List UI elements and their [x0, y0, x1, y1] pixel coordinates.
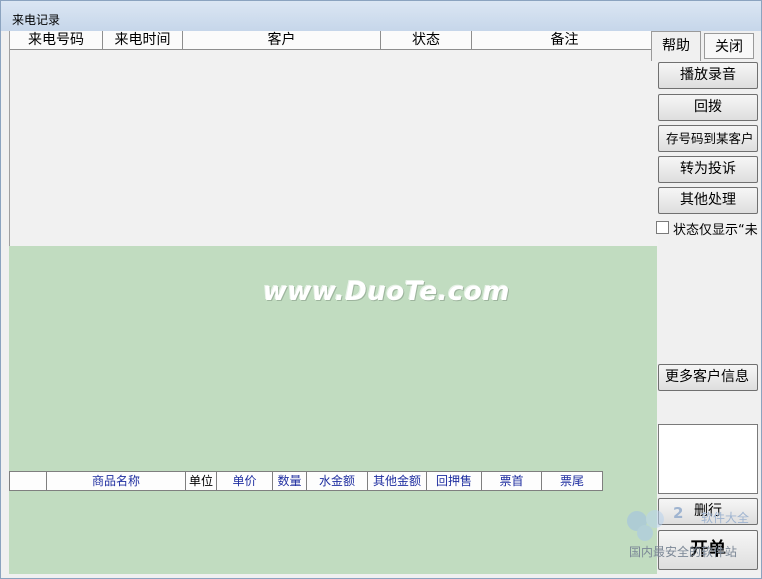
- column-header-other-amount[interactable]: 其他金额: [368, 471, 427, 491]
- column-header-water-amount[interactable]: 水金额: [307, 471, 368, 491]
- watermark: www.DuoTe.com: [263, 277, 510, 307]
- logo-text: 软件大全: [701, 511, 750, 525]
- logo-number: 2: [673, 504, 684, 522]
- column-header-status[interactable]: 状态: [381, 31, 472, 50]
- logo-subtitle: 国内最安全的软件站: [629, 545, 738, 559]
- items-table-header: 商品名称 单位 单价 数量 水金额 其他金额 回押售 票首 票尾: [9, 471, 603, 491]
- status-filter-label: 状态仅显示“未: [673, 223, 758, 237]
- tab-help[interactable]: 帮助: [651, 31, 701, 61]
- callback-button[interactable]: 回拨: [658, 94, 758, 121]
- save-number-to-customer-button[interactable]: 存号码到某客户: [658, 125, 758, 152]
- column-header-deposit-return[interactable]: 回押售: [427, 471, 482, 491]
- column-header-customer[interactable]: 客户: [183, 31, 381, 50]
- column-header-ticket-start[interactable]: 票首: [482, 471, 542, 491]
- window-title: 来电记录: [12, 13, 61, 27]
- call-table-header: 来电号码 来电时间 客户 状态 备注: [10, 31, 658, 50]
- column-header-remark[interactable]: 备注: [472, 31, 658, 50]
- tab-close[interactable]: 关闭: [704, 33, 754, 59]
- column-header-row-indicator[interactable]: [9, 471, 47, 491]
- play-recording-button[interactable]: 播放录音: [658, 62, 758, 89]
- order-items-area: www.DuoTe.com 商品名称 单位 单价 数量 水金额 其他金额 回押售…: [9, 246, 657, 574]
- title-bar: 来电记录: [1, 1, 761, 31]
- column-header-product-name[interactable]: 商品名称: [47, 471, 186, 491]
- column-header-ticket-end[interactable]: 票尾: [542, 471, 603, 491]
- call-records-table[interactable]: 来电号码 来电时间 客户 状态 备注: [9, 31, 658, 246]
- call-records-window: 来电记录 来电号码 来电时间 客户 状态 备注 www.DuoTe.com 商品…: [0, 0, 762, 579]
- more-customer-info-button[interactable]: 更多客户信息: [658, 364, 758, 391]
- column-header-unit-price[interactable]: 单价: [217, 471, 273, 491]
- convert-to-complaint-button[interactable]: 转为投诉: [658, 156, 758, 183]
- column-header-unit[interactable]: 单位: [186, 471, 217, 491]
- column-header-caller-number[interactable]: 来电号码: [10, 31, 103, 50]
- other-processing-button[interactable]: 其他处理: [658, 187, 758, 214]
- column-header-call-time[interactable]: 来电时间: [103, 31, 183, 50]
- status-filter-checkbox[interactable]: [656, 221, 669, 234]
- memo-textbox[interactable]: [658, 424, 758, 494]
- column-header-quantity[interactable]: 数量: [273, 471, 307, 491]
- status-filter-row[interactable]: 状态仅显示“未: [656, 219, 762, 237]
